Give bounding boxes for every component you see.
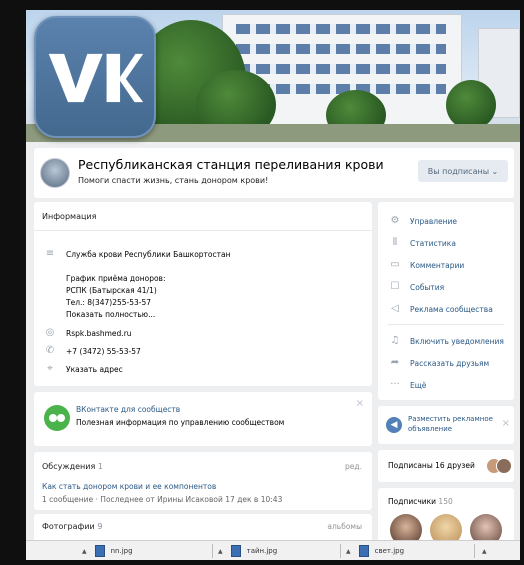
info-card: Информация ≡ Служба крови Республики Баш… xyxy=(34,202,372,386)
close-icon[interactable]: × xyxy=(502,418,510,429)
download-item[interactable]: ▲ тайн.jpg xyxy=(218,544,277,558)
group-status: Помоги спасти жизнь, стань донором крови… xyxy=(78,176,269,185)
menu-item-label: События xyxy=(410,282,445,292)
more-icon: ··· xyxy=(390,379,400,390)
avatar[interactable] xyxy=(470,514,502,540)
photos-title-label: Фотографии xyxy=(42,522,95,531)
megaphone-icon: ◁ xyxy=(391,303,399,314)
menu-item-label: Управление xyxy=(410,216,458,226)
chevron-up-icon: ▲ xyxy=(218,547,223,555)
show-more-link[interactable]: Показать полностью... xyxy=(66,310,155,319)
friends-card[interactable]: Подписаны 16 друзей xyxy=(378,450,514,482)
phone-icon: ✆ xyxy=(45,345,55,356)
group-header: Республиканская станция переливания кров… xyxy=(34,148,514,198)
menu-item-events[interactable]: ☐ События xyxy=(378,278,514,296)
phone-link[interactable]: +7 (3472) 55-53-57 xyxy=(66,347,141,356)
megaphone-icon: ◀ xyxy=(386,417,402,433)
photos-title[interactable]: Фотографии 9 xyxy=(42,522,102,531)
ad-card[interactable]: ◀ Разместить рекламное объявление × xyxy=(378,406,514,444)
apps-description: Полезная информация по управлению сообще… xyxy=(76,418,285,427)
close-icon[interactable]: × xyxy=(356,398,364,409)
download-filename: nn.jpg xyxy=(110,547,133,555)
discussions-count: 1 xyxy=(97,462,103,471)
menu-item-stats[interactable]: ⫴ Статистика xyxy=(378,234,514,252)
edit-link[interactable]: ред. xyxy=(345,462,362,471)
download-item[interactable]: ▲ nn.jpg xyxy=(82,544,133,558)
vk-page: Республиканская станция переливания кров… xyxy=(26,10,520,540)
description-icon: ≡ xyxy=(45,248,55,259)
description-line: Служба крови Республики Башкортостан xyxy=(66,250,231,259)
discussions-title-label: Обсуждения xyxy=(42,462,96,471)
share-icon: ➦ xyxy=(390,357,400,368)
menu-item-label: Статистика xyxy=(410,238,456,248)
subscribers-card: Подписчики 150 xyxy=(378,488,514,540)
discussions-title[interactable]: Обсуждения 1 xyxy=(42,462,103,471)
menu-item-share[interactable]: ➦ Рассказать друзьям xyxy=(378,354,514,372)
menu-item-ads[interactable]: ◁ Реклама сообщества xyxy=(378,300,514,318)
menu-item-manage[interactable]: ⚙ Управление xyxy=(378,212,514,230)
comment-icon: ▭ xyxy=(390,259,400,270)
address-link[interactable]: Указать адрес xyxy=(66,365,123,374)
photos-card: Фотографии 9 альбомы xyxy=(34,514,372,540)
apps-title-link[interactable]: ВКонтакте для сообществ xyxy=(76,405,180,414)
ad-label: Разместить рекламное объявление xyxy=(408,415,493,433)
albums-link[interactable]: альбомы xyxy=(327,522,362,531)
vk-logo xyxy=(34,16,156,138)
event-icon: ☐ xyxy=(390,281,400,292)
menu-item-comments[interactable]: ▭ Комментарии xyxy=(378,256,514,274)
avatar[interactable] xyxy=(390,514,422,540)
menu-item-label: Ещё xyxy=(410,380,427,390)
bell-icon: ♫ xyxy=(390,335,400,346)
download-item[interactable]: ▲ xyxy=(482,544,495,558)
chevron-up-icon: ▲ xyxy=(82,547,87,555)
stats-icon: ⫴ xyxy=(392,237,398,248)
avatar xyxy=(496,458,512,474)
download-bar: ▲ nn.jpg ▲ тайн.jpg ▲ свет.jpg ▲ xyxy=(26,540,520,560)
divider xyxy=(34,230,372,231)
chevron-up-icon: ▲ xyxy=(346,547,351,555)
admin-menu: ⚙ Управление ⫴ Статистика ▭ Комментарии … xyxy=(378,202,514,400)
subscribers-count: 150 xyxy=(438,497,453,506)
globe-icon: ◎ xyxy=(45,327,55,338)
description-line: Тел.: 8(347)255-53-57 xyxy=(66,298,152,307)
group-title: Республиканская станция переливания кров… xyxy=(78,157,384,172)
menu-item-label: Включить уведомления xyxy=(410,336,504,346)
download-item[interactable]: ▲ свет.jpg xyxy=(346,544,404,558)
menu-item-label: Рассказать друзьям xyxy=(410,358,490,368)
download-filename: свет.jpg xyxy=(374,547,405,555)
divider xyxy=(340,544,341,558)
divider xyxy=(388,324,504,325)
avatar[interactable] xyxy=(430,514,462,540)
photos-count: 9 xyxy=(97,522,103,531)
topic-meta: 1 сообщение · Последнее от Ирины Исаково… xyxy=(42,495,283,504)
info-title: Информация xyxy=(42,212,97,221)
menu-item-notifications[interactable]: ♫ Включить уведомления xyxy=(378,332,514,350)
subscribed-button[interactable]: Вы подписаны ⌄ xyxy=(418,160,508,182)
vk-logo-mark xyxy=(48,53,144,103)
download-filename: тайн.jpg xyxy=(246,547,278,555)
topic-link[interactable]: Как стать донором крови и ее компонентов xyxy=(42,482,216,491)
menu-item-label: Реклама сообщества xyxy=(410,304,493,314)
divider xyxy=(212,544,213,558)
image-file-icon xyxy=(94,545,105,557)
community-app-icon xyxy=(44,405,70,431)
description-line: График приёма доноров: xyxy=(66,274,166,283)
chevron-up-icon: ▲ xyxy=(482,547,487,555)
description-line: РСПК (Батырская 41/1) xyxy=(66,286,157,295)
menu-item-label: Комментарии xyxy=(410,260,465,270)
menu-item-more[interactable]: ··· Ещё xyxy=(378,376,514,394)
apps-card: ВКонтакте для сообществ Полезная информа… xyxy=(34,392,372,446)
subscribers-title-label: Подписчики xyxy=(388,497,437,506)
group-avatar[interactable] xyxy=(40,158,70,188)
image-file-icon xyxy=(358,545,369,557)
friends-label: Подписаны 16 друзей xyxy=(388,461,475,470)
gear-icon: ⚙ xyxy=(390,215,400,226)
location-icon: ⌖ xyxy=(47,363,53,374)
discussions-card: Обсуждения 1 ред. Как стать донором кров… xyxy=(34,452,372,510)
website-link[interactable]: Rspk.bashmed.ru xyxy=(66,329,132,338)
image-file-icon xyxy=(230,545,241,557)
divider xyxy=(474,544,475,558)
subscribers-title[interactable]: Подписчики 150 xyxy=(388,497,453,506)
